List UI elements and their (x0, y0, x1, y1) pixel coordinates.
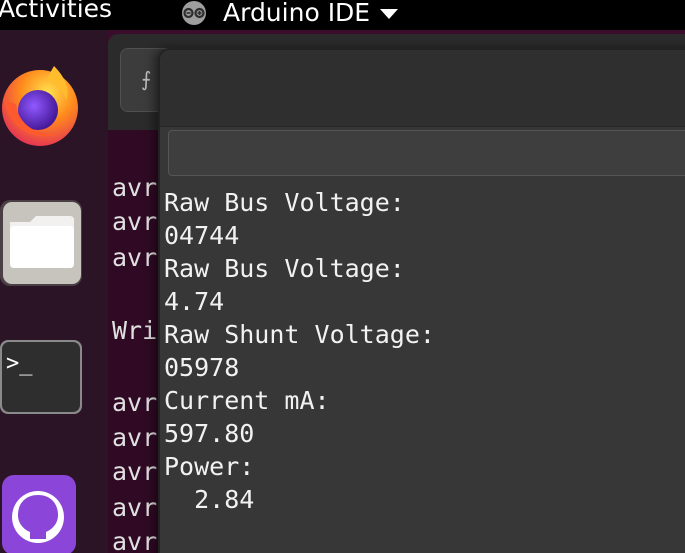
app-name-label: Arduino IDE (223, 0, 371, 27)
activities-button[interactable]: Activities (0, 0, 112, 23)
output-line: 4.74 (164, 287, 225, 316)
output-line: 597.80 (164, 419, 255, 448)
terminal-line: avr (112, 493, 158, 522)
terminal-icon: >_ (0, 340, 82, 414)
terminal-line: Wri (112, 316, 158, 345)
dock-item-files[interactable] (0, 198, 84, 288)
serial-output: Raw Bus Voltage: 04744 Raw Bus Voltage: … (164, 186, 685, 516)
terminal-line: avr (112, 243, 158, 272)
github-icon (2, 475, 76, 553)
output-line: Current mA: (164, 386, 330, 415)
output-line: Raw Bus Voltage: (164, 188, 405, 217)
terminal-line: avr (112, 457, 158, 486)
dock: >_ (0, 30, 108, 553)
desktop: Activities Arduino IDE >_ ⨍ avr avr avr … (0, 0, 685, 553)
terminal-line: avr (112, 388, 158, 417)
serial-input[interactable] (168, 130, 685, 176)
arduino-icon (182, 1, 206, 25)
terminal-line: avr (112, 173, 158, 202)
output-line: Raw Shunt Voltage: (164, 320, 435, 349)
dock-item-github[interactable] (0, 475, 84, 553)
serial-monitor-titlebar[interactable] (160, 50, 685, 127)
dock-item-firefox[interactable] (0, 60, 80, 150)
app-menu-button[interactable]: Arduino IDE (179, 0, 399, 30)
output-line: 05978 (164, 353, 240, 382)
files-icon (0, 200, 82, 286)
dock-item-terminal[interactable]: >_ (0, 340, 84, 418)
terminal-line: avr (112, 423, 158, 452)
output-line: 04744 (164, 221, 240, 250)
firefox-icon (2, 66, 78, 146)
terminal-line: avr (112, 527, 158, 553)
top-bar: Activities Arduino IDE (0, 0, 685, 30)
output-line: Power: (164, 452, 255, 481)
chevron-down-icon (380, 9, 399, 19)
terminal-line: avr (112, 207, 158, 236)
new-tab-icon: ⨍ (141, 67, 152, 91)
terminal-glyph: >_ (6, 351, 33, 376)
output-line: 2.84 (164, 485, 255, 514)
serial-monitor-window[interactable]: Raw Bus Voltage: 04744 Raw Bus Voltage: … (158, 48, 685, 553)
output-line: Raw Bus Voltage: (164, 254, 405, 283)
